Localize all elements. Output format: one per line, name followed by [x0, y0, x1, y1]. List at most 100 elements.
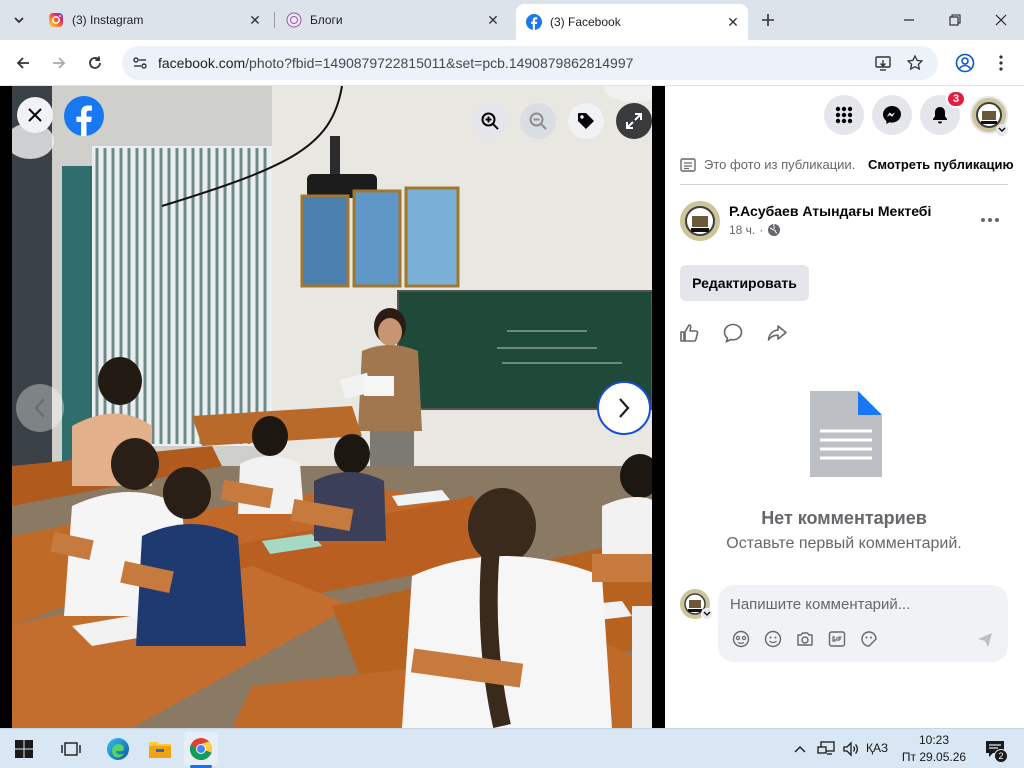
- task-view-icon: [61, 742, 81, 756]
- author-avatar[interactable]: [680, 201, 720, 241]
- facebook-icon: [526, 14, 542, 30]
- back-button[interactable]: [9, 49, 37, 77]
- close-icon: [28, 108, 42, 122]
- new-tab-button[interactable]: [756, 8, 780, 32]
- close-window-button[interactable]: [978, 0, 1024, 40]
- chevron-down-icon: [703, 611, 711, 616]
- profile-icon: [955, 53, 975, 73]
- file-explorer-button[interactable]: [146, 735, 174, 763]
- tab-facebook[interactable]: (3) Facebook ✕: [516, 4, 748, 40]
- tab-search-button[interactable]: [8, 9, 30, 31]
- browser-tab-strip: (3) Instagram ✕ Блоги ✕ (3) Facebook ✕: [0, 0, 1024, 40]
- tab-close-icon[interactable]: ✕: [724, 13, 742, 31]
- browser-menu-button[interactable]: [987, 49, 1015, 77]
- chrome-taskbar-button[interactable]: [184, 732, 218, 766]
- no-comments-subtitle: Оставьте первый комментарий.: [726, 535, 962, 552]
- close-icon: [995, 14, 1007, 26]
- comment-bubble-icon: [723, 323, 743, 343]
- start-button[interactable]: [10, 735, 38, 763]
- arrow-right-icon: [53, 57, 66, 69]
- more-vertical-icon: [999, 55, 1003, 71]
- show-hidden-icons-button[interactable]: [790, 735, 810, 763]
- zoom-in-button[interactable]: [472, 103, 508, 139]
- clock-time: 10:23: [918, 733, 950, 747]
- zoom-out-button[interactable]: [520, 103, 556, 139]
- tag-photo-button[interactable]: [568, 103, 604, 139]
- edit-post-button[interactable]: Редактировать: [680, 265, 809, 301]
- site-info-icon[interactable]: [132, 55, 148, 71]
- post-meta: 18 ч. ·: [729, 223, 781, 237]
- avatar-sticker-icon[interactable]: [732, 630, 750, 648]
- comment-button[interactable]: [722, 322, 746, 346]
- bookmark-star-icon[interactable]: [906, 54, 924, 72]
- tab-blogs[interactable]: Блоги ✕: [276, 5, 508, 35]
- browser-toolbar: facebook.com/photo?fbid=1490879722815011…: [0, 40, 1024, 86]
- next-photo-button[interactable]: [597, 381, 651, 435]
- input-language-indicator[interactable]: ҚАЗ: [866, 741, 888, 755]
- author-name[interactable]: Р.Асубаев Атындағы Мектебі: [729, 203, 931, 219]
- document-icon: [810, 391, 882, 477]
- instagram-icon: [49, 13, 63, 27]
- facebook-home-link[interactable]: [63, 95, 105, 137]
- network-icon: [817, 741, 835, 755]
- tab-title: (3) Facebook: [550, 15, 621, 29]
- edge-icon: [107, 738, 129, 760]
- sticker-icon[interactable]: [860, 630, 878, 648]
- previous-photo-button[interactable]: [16, 384, 64, 432]
- composer-tools: [732, 630, 878, 648]
- account-menu-toggle[interactable]: [996, 124, 1008, 136]
- divider: [680, 184, 1008, 185]
- post-options-button[interactable]: [978, 208, 1002, 232]
- share-button[interactable]: [766, 322, 790, 346]
- minimize-button[interactable]: [886, 0, 932, 40]
- chevron-up-icon: [794, 746, 806, 753]
- fullscreen-button[interactable]: [616, 103, 652, 139]
- tab-title: (3) Instagram: [72, 13, 144, 27]
- close-viewer-button[interactable]: [17, 97, 53, 133]
- edge-taskbar-button[interactable]: [104, 735, 132, 763]
- plus-icon: [762, 14, 774, 26]
- restore-icon: [949, 14, 961, 26]
- tab-instagram[interactable]: (3) Instagram ✕: [38, 5, 270, 35]
- post-time[interactable]: 18 ч.: [729, 223, 755, 237]
- profile-button[interactable]: [951, 49, 979, 77]
- reload-button[interactable]: [81, 49, 109, 77]
- commenter-switch-toggle[interactable]: [701, 608, 713, 620]
- chevron-left-icon: [34, 398, 45, 418]
- chevron-right-icon: [619, 398, 630, 418]
- menu-button[interactable]: [824, 95, 864, 135]
- chevron-down-icon: [998, 127, 1006, 132]
- post-notice-row: Это фото из публикации.: [680, 157, 855, 172]
- install-app-icon[interactable]: [874, 54, 892, 72]
- task-view-button[interactable]: [57, 735, 85, 763]
- emoji-icon[interactable]: [764, 630, 782, 648]
- forward-button[interactable]: [45, 49, 73, 77]
- chrome-icon: [189, 738, 213, 761]
- comment-input[interactable]: Напишите комментарий...: [730, 596, 910, 613]
- zoom-out-icon: [529, 112, 547, 130]
- camera-icon[interactable]: [796, 630, 814, 648]
- share-arrow-icon: [767, 325, 787, 341]
- bell-icon: [933, 107, 947, 124]
- messenger-button[interactable]: [872, 95, 912, 135]
- clock[interactable]: 10:23 Пт 29.05.26: [898, 733, 970, 764]
- tab-close-icon[interactable]: ✕: [246, 11, 264, 29]
- post-notice-text: Это фото из публикации.: [704, 157, 856, 172]
- url-text: facebook.com/photo?fbid=1490879722815011…: [158, 55, 633, 71]
- action-center-button[interactable]: 2: [980, 735, 1010, 763]
- send-icon[interactable]: [976, 631, 994, 649]
- post-icon: [680, 157, 696, 172]
- like-button[interactable]: [678, 322, 702, 346]
- network-tray-icon[interactable]: [815, 735, 837, 763]
- view-post-link[interactable]: Смотреть публикацию: [868, 157, 1014, 172]
- windows-taskbar: ҚАЗ 10:23 Пт 29.05.26 2: [0, 728, 1024, 768]
- reload-icon: [89, 56, 101, 69]
- photo-viewer: [0, 86, 665, 728]
- address-bar[interactable]: facebook.com/photo?fbid=1490879722815011…: [122, 46, 938, 80]
- comment-composer: Напишите комментарий...: [718, 585, 1008, 662]
- volume-tray-icon[interactable]: [840, 735, 862, 763]
- gif-icon[interactable]: [828, 630, 846, 648]
- tab-close-icon[interactable]: ✕: [484, 11, 502, 29]
- restore-button[interactable]: [932, 0, 978, 40]
- facebook-logo-icon: [64, 96, 104, 136]
